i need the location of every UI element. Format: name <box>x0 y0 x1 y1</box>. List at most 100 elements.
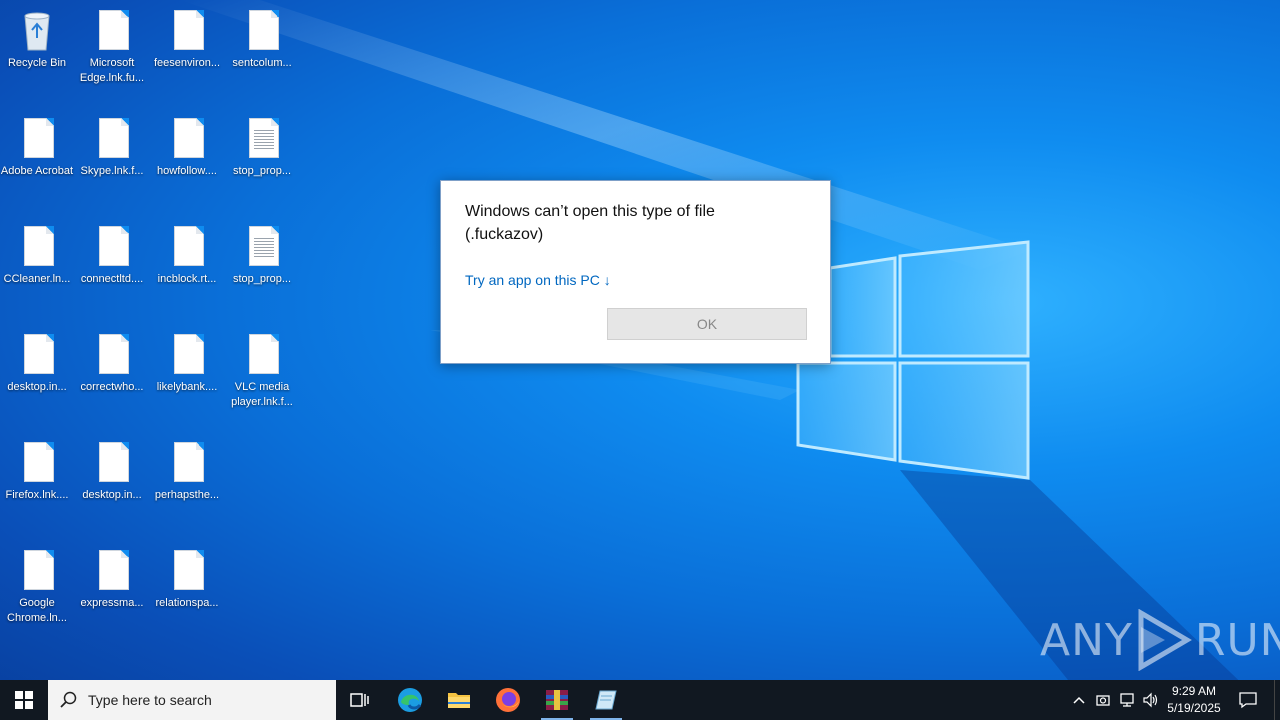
desktop-icon-label: expressma... <box>80 597 144 609</box>
desktop-icon[interactable]: desktop.in... <box>75 440 149 503</box>
desktop-icon[interactable]: Google Chrome.ln... <box>0 548 74 626</box>
file-icon <box>92 548 132 594</box>
desktop-icon[interactable]: VLC media player.lnk.f... <box>225 332 299 410</box>
desktop-icon[interactable]: CCleaner.ln... <box>0 224 74 287</box>
desktop-icon[interactable]: Recycle Bin <box>0 8 74 71</box>
file-explorer-taskbar-button[interactable] <box>435 680 483 720</box>
winrar-icon <box>546 690 568 710</box>
desktop-icon-label: Adobe Acrobat <box>0 165 74 177</box>
file-icon <box>167 548 207 594</box>
action-center-button[interactable] <box>1234 680 1262 720</box>
notepad-taskbar-button[interactable] <box>582 680 630 720</box>
winrar-taskbar-button[interactable] <box>533 680 581 720</box>
ok-button[interactable]: OK <box>607 308 807 340</box>
desktop-icon[interactable]: Skype.lnk.f... <box>75 116 149 179</box>
desktop-icon[interactable]: feesenviron... <box>150 8 224 71</box>
notification-icon <box>1239 692 1257 709</box>
windows-start-icon <box>15 691 33 709</box>
desktop-icon-label: Google Chrome.ln... <box>7 597 67 624</box>
file-icon <box>92 440 132 486</box>
taskbar-clock[interactable]: 9:29 AM 5/19/2025 <box>1162 683 1226 717</box>
desktop-icon-label: stop_prop... <box>232 165 292 177</box>
try-app-link[interactable]: Try an app on this PC ↓ <box>465 272 611 288</box>
notepad-icon <box>595 690 617 710</box>
task-view-button[interactable] <box>336 680 384 720</box>
file-icon <box>167 116 207 162</box>
clock-date: 5/19/2025 <box>1167 701 1221 715</box>
desktop-icon-label: CCleaner.ln... <box>3 273 71 285</box>
tray-network[interactable] <box>1116 680 1138 720</box>
desktop-icon-label: Skype.lnk.f... <box>80 165 144 177</box>
file-icon <box>92 116 132 162</box>
file-icon <box>92 224 132 270</box>
file-icon <box>167 224 207 270</box>
tray-meet-now[interactable] <box>1092 680 1114 720</box>
clock-time: 9:29 AM <box>1171 684 1217 698</box>
desktop-icon[interactable]: Firefox.lnk.... <box>0 440 74 503</box>
play-logo-icon <box>1138 609 1192 671</box>
desktop-icon[interactable]: relationspa... <box>150 548 224 611</box>
file-icon <box>17 332 57 378</box>
taskbar-search-box[interactable]: Type here to search <box>48 680 336 720</box>
recycle-bin-icon <box>17 8 57 54</box>
chevron-up-icon <box>1073 696 1085 704</box>
volume-icon <box>1143 692 1158 708</box>
tray-overflow-button[interactable] <box>1068 680 1090 720</box>
desktop-icon-label: Microsoft Edge.lnk.fu... <box>79 57 145 84</box>
desktop-icon-label: incblock.rt... <box>157 273 217 285</box>
desktop-icon-label: feesenviron... <box>153 57 221 69</box>
desktop-icon-label: howfollow.... <box>157 165 217 177</box>
desktop-icon-label: desktop.in... <box>7 381 67 393</box>
desktop-icon-label: sentcolum... <box>232 57 292 69</box>
watermark-text-right: RUN <box>1194 614 1280 666</box>
file-icon <box>17 440 57 486</box>
start-button[interactable] <box>0 680 48 720</box>
edge-taskbar-button[interactable] <box>386 680 434 720</box>
desktop-icon-label: correctwho... <box>80 381 144 393</box>
file-icon <box>92 332 132 378</box>
desktop-icon-label: Firefox.lnk.... <box>5 489 69 501</box>
anyrun-watermark: ANY RUN <box>1040 609 1280 671</box>
show-desktop-button[interactable] <box>1274 680 1280 720</box>
firefox-icon <box>496 688 520 712</box>
file-icon <box>167 8 207 54</box>
desktop-icon[interactable]: howfollow.... <box>150 116 224 179</box>
desktop-icon-label: stop_prop... <box>232 273 292 285</box>
desktop-icon[interactable]: desktop.in... <box>0 332 74 395</box>
text-document-icon <box>242 116 282 162</box>
file-icon <box>242 332 282 378</box>
desktop-icon[interactable]: expressma... <box>75 548 149 611</box>
task-view-icon <box>350 693 369 707</box>
edge-icon <box>398 688 422 712</box>
file-icon <box>167 440 207 486</box>
desktop-icon-label: connectltd.... <box>80 273 144 285</box>
desktop-icon[interactable]: incblock.rt... <box>150 224 224 287</box>
desktop-icon-label: perhapsthe... <box>154 489 220 501</box>
file-icon <box>17 548 57 594</box>
file-icon <box>92 8 132 54</box>
watermark-text-left: ANY <box>1040 614 1133 666</box>
text-document-icon <box>242 224 282 270</box>
desktop-icon[interactable]: correctwho... <box>75 332 149 395</box>
search-icon <box>60 691 77 708</box>
desktop-icon[interactable]: connectltd.... <box>75 224 149 287</box>
tray-volume[interactable] <box>1140 680 1162 720</box>
desktop-icon[interactable]: perhapsthe... <box>150 440 224 503</box>
firefox-taskbar-button[interactable] <box>484 680 532 720</box>
file-icon <box>17 116 57 162</box>
desktop-icon-label: Recycle Bin <box>7 57 67 69</box>
search-placeholder: Type here to search <box>88 692 212 708</box>
desktop-icon[interactable]: likelybank.... <box>150 332 224 395</box>
taskbar: Type here to search 9:29 AM 5/19/2025 <box>0 680 1280 720</box>
open-with-dialog: Windows can’t open this type of file (.f… <box>440 180 831 364</box>
desktop-icon-label: desktop.in... <box>82 489 142 501</box>
desktop-icon-label: VLC media player.lnk.f... <box>231 381 293 408</box>
desktop-icon-label: relationspa... <box>155 597 219 609</box>
desktop-icon[interactable]: sentcolum... <box>225 8 299 71</box>
file-icon <box>17 224 57 270</box>
desktop-icon[interactable]: Microsoft Edge.lnk.fu... <box>75 8 149 86</box>
desktop-icon[interactable]: Adobe Acrobat <box>0 116 74 179</box>
desktop-icon[interactable]: stop_prop... <box>225 116 299 179</box>
desktop-icon[interactable]: stop_prop... <box>225 224 299 287</box>
dialog-title: Windows can’t open this type of file (.f… <box>465 203 715 243</box>
